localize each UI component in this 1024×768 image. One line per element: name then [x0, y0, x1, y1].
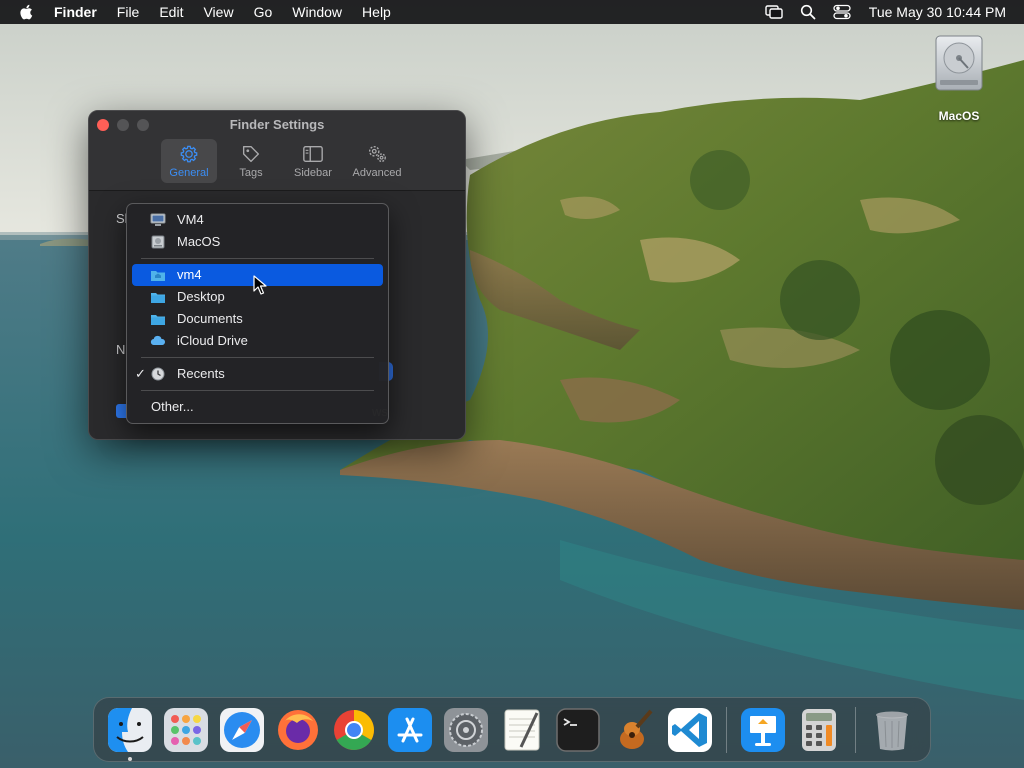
safari-icon — [220, 707, 264, 752]
terminal-icon — [556, 707, 600, 752]
tab-general[interactable]: General — [161, 139, 217, 183]
menu-go[interactable]: Go — [244, 0, 283, 24]
dock-trash[interactable] — [869, 707, 915, 753]
desktop-icon-macos[interactable]: MacOS — [926, 34, 992, 123]
dock-chrome[interactable] — [331, 707, 377, 753]
menu-item-label: Other... — [151, 399, 194, 414]
computer-icon — [150, 213, 166, 226]
dock-separator — [726, 706, 727, 753]
folder-icon — [151, 315, 165, 325]
menu-item-label: iCloud Drive — [177, 333, 248, 348]
dock-finder[interactable] — [107, 707, 153, 761]
dock-app-store[interactable] — [387, 707, 433, 753]
keynote-icon — [741, 707, 785, 752]
menu-window[interactable]: Window — [282, 0, 352, 24]
screen-mirroring-icon[interactable] — [765, 4, 783, 20]
dock-keynote[interactable] — [740, 707, 786, 753]
hard-disk-icon — [151, 235, 165, 249]
launchpad-icon — [164, 707, 208, 752]
dock-garageband[interactable] — [611, 707, 657, 753]
apple-menu-icon[interactable] — [18, 3, 36, 21]
tab-sidebar-label: Sidebar — [294, 167, 332, 179]
menu-item-label: Documents — [177, 311, 243, 326]
menu-item-other[interactable]: Other... — [132, 396, 383, 418]
finder-icon — [108, 707, 152, 752]
home-folder-icon — [151, 271, 165, 281]
sidebar-icon — [303, 145, 323, 163]
dock-textedit[interactable] — [499, 707, 545, 753]
menu-file[interactable]: File — [107, 0, 150, 24]
running-indicator — [128, 756, 132, 761]
folder-icon — [151, 293, 165, 303]
tab-sidebar[interactable]: Sidebar — [285, 139, 341, 183]
dock-terminal[interactable] — [555, 707, 601, 753]
menu-separator — [141, 258, 374, 259]
mouse-cursor-icon — [253, 275, 267, 295]
menu-bar: Finder File Edit View Go Window Help Tue… — [0, 0, 1024, 24]
menu-item-macos[interactable]: MacOS — [132, 231, 383, 253]
hard-disk-icon — [935, 35, 983, 91]
checkmark-icon: ✓ — [135, 366, 146, 381]
tab-tags[interactable]: Tags — [223, 139, 279, 183]
tab-general-label: General — [169, 167, 209, 179]
menubar-clock[interactable]: Tue May 30 10:44 PM — [869, 4, 1006, 20]
menu-item-documents[interactable]: Documents — [132, 308, 383, 330]
tab-advanced[interactable]: Advanced — [347, 139, 407, 183]
tab-advanced-label: Advanced — [352, 167, 402, 179]
settings-tabs: General Tags Sidebar Advanced — [161, 139, 407, 183]
tab-tags-label: Tags — [239, 167, 263, 179]
menu-item-recents[interactable]: ✓ Recents — [132, 363, 383, 385]
trash-icon — [876, 711, 908, 750]
menu-item-label: VM4 — [177, 212, 204, 227]
menu-view[interactable]: View — [193, 0, 243, 24]
garageband-icon — [620, 709, 653, 749]
menu-item-icloud-drive[interactable]: iCloud Drive — [132, 330, 383, 352]
new-window-location-menu: VM4 MacOS vm4 Desktop Documents iCloud D… — [126, 203, 389, 424]
dock-vscode[interactable] — [667, 707, 713, 753]
tag-icon — [242, 145, 260, 163]
control-center-icon[interactable] — [833, 4, 851, 20]
menu-item-vm4-computer[interactable]: VM4 — [132, 209, 383, 231]
calculator-icon — [802, 708, 836, 751]
dock-launchpad[interactable] — [163, 707, 209, 753]
menu-item-label: vm4 — [177, 267, 202, 282]
dock-separator — [855, 706, 856, 753]
desktop-icon-label: MacOS — [938, 109, 980, 123]
window-titlebar: Finder Settings General Tags Sidebar Adv… — [89, 111, 465, 191]
textedit-icon — [504, 709, 540, 750]
dock — [93, 697, 931, 762]
dock-calculator[interactable] — [796, 707, 842, 753]
menu-app-name[interactable]: Finder — [54, 0, 107, 24]
menu-separator — [141, 357, 374, 358]
app-store-icon — [388, 707, 432, 752]
system-settings-icon — [444, 707, 488, 752]
menu-help[interactable]: Help — [352, 0, 401, 24]
cloud-icon — [150, 335, 166, 346]
dock-safari[interactable] — [219, 707, 265, 753]
dock-system-settings[interactable] — [443, 707, 489, 753]
gear-icon — [180, 145, 198, 163]
dock-firefox[interactable] — [275, 707, 321, 753]
menu-item-label: Recents — [177, 366, 225, 381]
firefox-icon — [278, 709, 318, 750]
chrome-icon — [334, 709, 374, 750]
menu-separator — [141, 390, 374, 391]
search-icon[interactable] — [799, 4, 817, 20]
label-fragment: N — [116, 342, 126, 357]
gears-icon — [368, 145, 386, 163]
window-title: Finder Settings — [229, 117, 325, 132]
clock-icon — [151, 367, 165, 381]
menu-item-label: Desktop — [177, 289, 225, 304]
vscode-icon — [668, 707, 712, 752]
menu-item-label: MacOS — [177, 234, 221, 249]
menu-edit[interactable]: Edit — [149, 0, 193, 24]
